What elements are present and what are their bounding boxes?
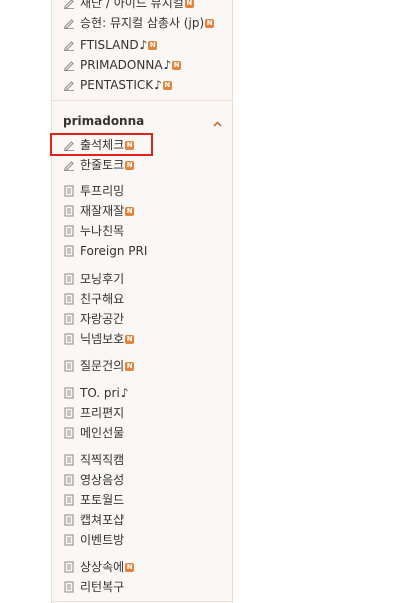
menu-item-label: 리턴복구: [80, 580, 125, 594]
document-icon: [63, 387, 75, 399]
new-badge: N: [184, 0, 194, 8]
sidebar-menu-item[interactable]: 친구해요: [63, 290, 124, 308]
new-badge: N: [205, 18, 215, 28]
pencil-icon: [63, 159, 75, 171]
menu-item-label: 질문건의: [80, 359, 125, 373]
sidebar-menu-item[interactable]: 프리편지: [63, 404, 124, 422]
document-icon: [63, 293, 75, 305]
sidebar-menu-item[interactable]: 닉넴보호 N: [63, 330, 135, 348]
menu-item-label: 친구해요: [80, 292, 125, 306]
music-note-icon: ♪: [163, 58, 172, 72]
sidebar-menu-item[interactable]: 이벤트방: [63, 531, 124, 549]
document-icon: [63, 474, 75, 486]
menu-item-label: 재단 / 아이드 뮤지컬: [80, 0, 184, 10]
section-title: primadonna: [63, 114, 145, 128]
new-badge: N: [162, 80, 172, 90]
menu-item-label: 직찍직캠: [80, 453, 125, 467]
sidebar-menu-item[interactable]: Foreign PRI: [63, 242, 147, 260]
document-icon: [63, 185, 75, 197]
sidebar-menu-item[interactable]: 모닝후기: [63, 270, 124, 288]
menu-item-label: 한줄토크: [80, 158, 125, 172]
sidebar-menu-item[interactable]: 캡쳐포샵: [63, 511, 124, 529]
menu-item-label: 상상속에: [80, 560, 125, 574]
music-note-icon: ♪: [154, 78, 162, 92]
sidebar-menu-item[interactable]: 메인선물: [63, 424, 124, 442]
sidebar-menu-item[interactable]: 재단 / 아이드 뮤지컬 N: [63, 0, 194, 12]
sidebar-menu-item[interactable]: 영상음성: [63, 471, 124, 489]
pencil-icon: [63, 0, 75, 9]
menu-item-label: 메인선물: [80, 426, 125, 440]
sidebar-menu-item[interactable]: 재잘재잘 N: [63, 202, 135, 220]
sidebar-menu-item[interactable]: 투프리밍: [63, 182, 124, 200]
document-icon: [63, 514, 75, 526]
menu-item-label: 영상음성: [80, 473, 125, 487]
sidebar-menu-item[interactable]: PENTASTICK ♪ N: [63, 76, 172, 94]
menu-item-label: 포토월드: [80, 493, 125, 507]
menu-item-label: TO. pri: [80, 386, 120, 400]
section-divider: [52, 601, 232, 602]
sidebar-menu-item[interactable]: PRIMADONNA ♪ N: [63, 56, 182, 74]
document-icon: [63, 494, 75, 506]
cafe-menu-sidebar: primadonna 재단 / 아이드 뮤지컬 N 승현: 뮤지컬 삼총사 (jp)…: [50, 0, 233, 603]
document-icon: [63, 360, 75, 372]
sidebar-menu-item[interactable]: FTISLAND ♪ N: [63, 36, 158, 54]
menu-item-label: 닉넴보호: [80, 332, 125, 346]
document-icon: [63, 273, 75, 285]
document-icon: [63, 581, 75, 593]
sidebar-menu-item[interactable]: TO. pri ♪: [63, 384, 128, 402]
document-icon: [63, 407, 75, 419]
chevron-up-icon[interactable]: [213, 116, 222, 130]
document-icon: [63, 561, 75, 573]
document-icon: [63, 454, 75, 466]
pencil-icon: [63, 79, 75, 91]
sidebar-menu-item[interactable]: 직찍직캠: [63, 451, 124, 469]
music-note-icon: ♪: [120, 386, 129, 400]
menu-item-label: Foreign PRI: [80, 244, 148, 258]
menu-item-label: FTISLAND: [80, 38, 139, 52]
document-icon: [63, 313, 75, 325]
document-icon: [63, 225, 75, 237]
document-icon: [63, 205, 75, 217]
menu-item-label: 이벤트방: [80, 533, 125, 547]
menu-item-label: 재잘재잘: [80, 204, 125, 218]
sidebar-menu-item[interactable]: 리턴복구: [63, 578, 124, 596]
sidebar-menu-item[interactable]: 누나친목: [63, 222, 124, 240]
menu-item-label: 모닝후기: [80, 272, 125, 286]
pencil-icon: [63, 17, 75, 29]
sidebar-menu-item[interactable]: 자랑공간: [63, 310, 124, 328]
new-badge: N: [148, 40, 158, 50]
music-note-icon: ♪: [139, 38, 148, 52]
sidebar-menu-item[interactable]: 질문건의 N: [63, 357, 135, 375]
new-badge: N: [172, 60, 182, 70]
document-icon: [63, 534, 75, 546]
menu-item-label: 캡쳐포샵: [80, 513, 125, 527]
document-icon: [63, 427, 75, 439]
pencil-icon: [63, 39, 75, 51]
menu-item-label: 승현: 뮤지컬 삼총사 (jp): [80, 16, 205, 30]
menu-item-label: PRIMADONNA: [80, 58, 163, 72]
menu-item-label: 자랑공간: [80, 312, 125, 326]
new-badge: N: [125, 361, 135, 371]
new-badge: N: [125, 206, 135, 216]
document-icon: [63, 333, 75, 345]
menu-item-label: 투프리밍: [80, 184, 125, 198]
document-icon: [63, 245, 75, 257]
new-badge: N: [125, 334, 135, 344]
pencil-icon: [63, 59, 75, 71]
menu-item-label: 프리편지: [80, 406, 125, 420]
menu-item-label: PENTASTICK: [80, 78, 154, 92]
selection-highlight-box: [50, 133, 153, 156]
sidebar-menu-item[interactable]: 상상속에 N: [63, 558, 135, 576]
sidebar-menu-item[interactable]: 한줄토크 N: [63, 156, 135, 174]
sidebar-menu-item[interactable]: 포토월드: [63, 491, 124, 509]
sidebar-menu-item[interactable]: 승현: 뮤지컬 삼총사 (jp) N: [63, 14, 215, 32]
new-badge: N: [125, 562, 135, 572]
new-badge: N: [125, 160, 135, 170]
section-divider: [52, 100, 232, 101]
menu-item-label: 누나친목: [80, 224, 125, 238]
